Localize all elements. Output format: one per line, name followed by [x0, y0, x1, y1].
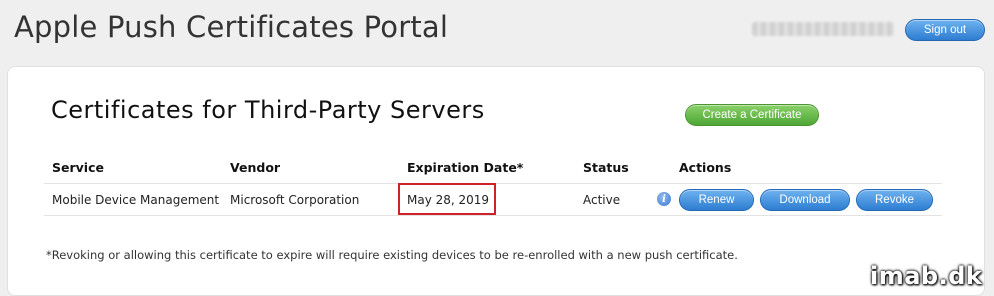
expiration-highlight-box: [398, 183, 496, 215]
sign-out-button[interactable]: Sign out: [905, 19, 985, 41]
renew-button[interactable]: Renew: [679, 189, 754, 211]
create-certificate-button[interactable]: Create a Certificate: [685, 104, 819, 126]
column-header-vendor: Vendor: [230, 160, 281, 175]
column-header-service: Service: [52, 160, 104, 175]
footnote: *Revoking or allowing this certificate t…: [46, 248, 738, 262]
user-email-redacted: [752, 22, 894, 36]
cell-status: Active: [583, 193, 621, 207]
cell-vendor: Microsoft Corporation: [230, 193, 360, 207]
watermark: imab.dk: [870, 262, 983, 290]
section-title: Certificates for Third-Party Servers: [51, 96, 485, 124]
cell-service: Mobile Device Management: [52, 193, 220, 207]
download-button[interactable]: Download: [760, 189, 850, 211]
column-header-actions: Actions: [679, 160, 732, 175]
column-header-status: Status: [583, 160, 629, 175]
info-icon[interactable]: i: [657, 192, 671, 206]
row-divider: [44, 215, 942, 216]
portal-title: Apple Push Certificates Portal: [14, 10, 449, 44]
column-header-expiration: Expiration Date*: [407, 160, 524, 175]
revoke-button[interactable]: Revoke: [856, 189, 933, 211]
